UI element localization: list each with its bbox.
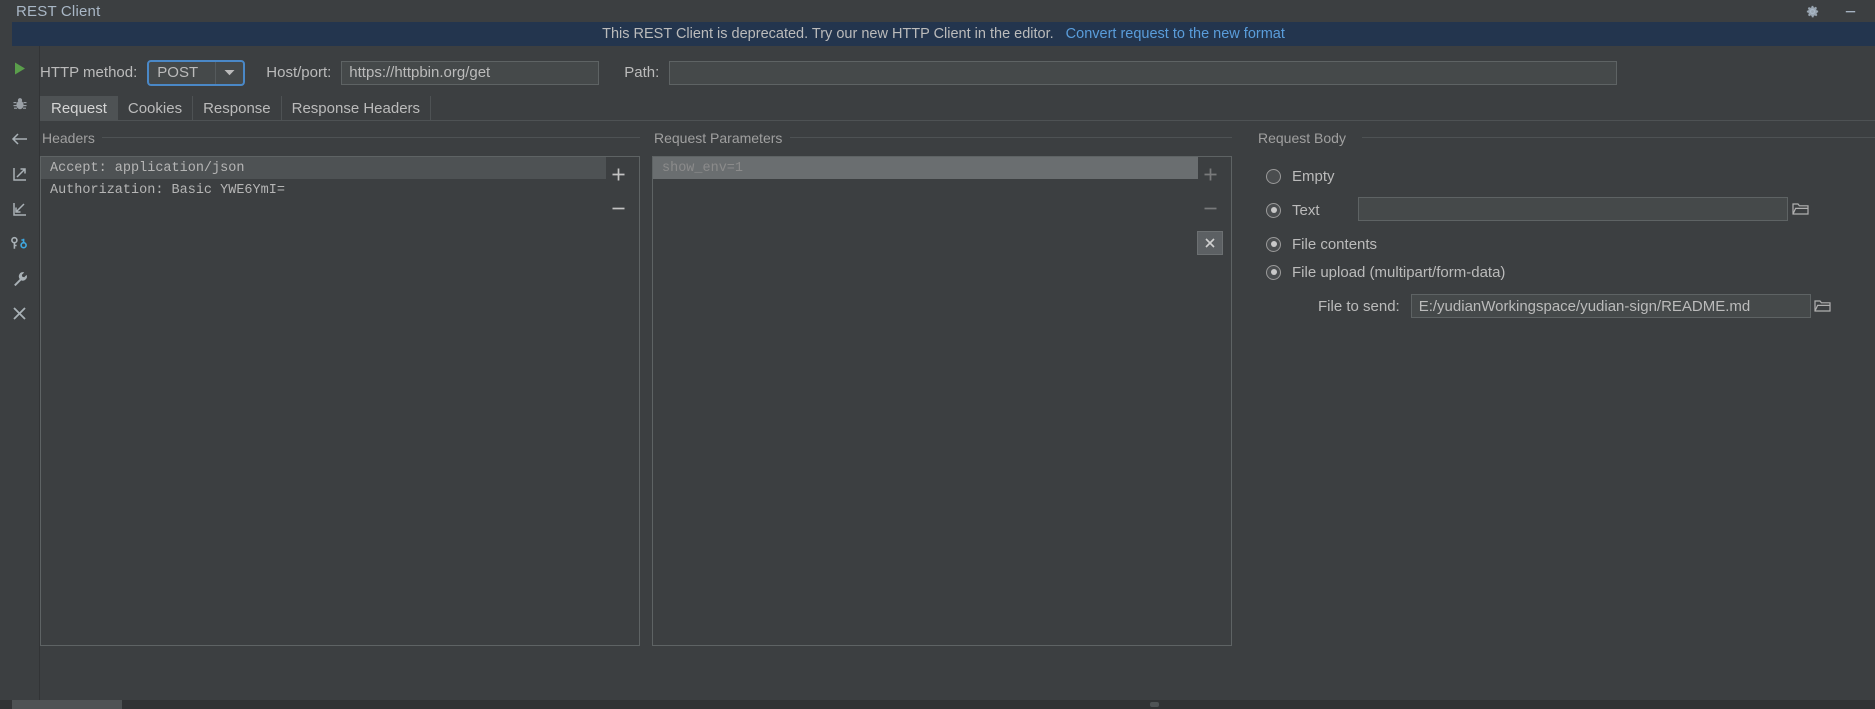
back-arrow-icon[interactable] <box>6 127 34 150</box>
radio-file-upload[interactable]: File upload (multipart/form-data) <box>1266 260 1505 284</box>
convert-request-link[interactable]: Convert request to the new format <box>1066 26 1285 42</box>
http-method-value: POST <box>157 64 199 81</box>
radio-file-contents[interactable]: File contents <box>1266 232 1377 256</box>
radio-file-contents-label: File contents <box>1292 235 1378 253</box>
run-icon[interactable] <box>6 57 34 80</box>
bottom-active-tab-indicator[interactable] <box>12 700 122 709</box>
radio-empty[interactable]: Empty <box>1266 164 1335 188</box>
radio-file-upload-indicator[interactable] <box>1266 264 1281 280</box>
headers-list-box: Accept: application/json Authorization: … <box>40 156 640 646</box>
radio-empty-indicator[interactable] <box>1266 168 1281 184</box>
remove-parameter-button[interactable] <box>1198 197 1222 219</box>
tab-response-headers-label: Response Headers <box>291 99 421 117</box>
radio-text-label: Text <box>1292 201 1320 219</box>
file-to-send-input[interactable] <box>1410 294 1811 318</box>
file-to-send-label: File to send: <box>1318 297 1400 315</box>
host-port-label: Host/port: <box>266 64 332 81</box>
http-method-dropdown[interactable]: POST <box>147 59 246 86</box>
tab-response[interactable]: Response <box>193 96 282 120</box>
gear-icon[interactable] <box>1803 2 1821 20</box>
parameter-row[interactable]: show_env=1 <box>653 157 1198 179</box>
file-to-send-row: File to send: <box>1318 294 1835 318</box>
folder-browse-icon[interactable] <box>1811 294 1835 318</box>
path-label: Path: <box>624 64 660 81</box>
parameters-list-box: show_env=1 <box>652 156 1232 646</box>
deprecation-banner: This REST Client is deprecated. Try our … <box>12 22 1875 46</box>
remove-header-button[interactable] <box>606 197 630 219</box>
tabs-divider <box>40 120 1875 121</box>
export-icon[interactable] <box>6 162 34 185</box>
params-panel-rule <box>790 137 1232 138</box>
radio-file-contents-indicator[interactable] <box>1266 236 1281 252</box>
request-tabs: Request Cookies Response Response Header… <box>40 96 432 120</box>
add-parameter-button[interactable] <box>1198 163 1222 185</box>
radio-empty-label: Empty <box>1292 167 1335 185</box>
params-panel-title: Request Parameters <box>654 130 790 146</box>
path-input[interactable] <box>669 60 1618 85</box>
headers-actions <box>603 157 633 219</box>
tab-response-headers[interactable]: Response Headers <box>281 96 432 120</box>
headers-panel-title: Headers <box>42 130 102 146</box>
folder-browse-icon[interactable] <box>1788 197 1812 221</box>
window-title-bar: REST Client <box>0 0 1875 22</box>
body-panel-title: Request Body <box>1258 130 1353 146</box>
host-port-input[interactable] <box>341 60 600 85</box>
window-actions <box>1803 2 1875 20</box>
radio-text[interactable]: Text <box>1266 198 1320 222</box>
headers-list[interactable]: Accept: application/json Authorization: … <box>41 157 606 645</box>
body-text-input[interactable] <box>1358 197 1788 221</box>
header-row[interactable]: Authorization: Basic YWE6YmI= <box>41 179 606 201</box>
radio-file-upload-label: File upload (multipart/form-data) <box>1292 263 1506 281</box>
tab-request[interactable]: Request <box>40 96 118 120</box>
parameter-row-text: show_env=1 <box>662 160 744 176</box>
parameters-list[interactable]: show_env=1 <box>653 157 1198 645</box>
debug-icon[interactable] <box>6 92 34 115</box>
minimize-icon[interactable] <box>1841 2 1859 20</box>
parameters-actions <box>1195 157 1225 255</box>
header-row-text: Accept: application/json <box>50 160 245 176</box>
tab-cookies-label: Cookies <box>127 99 183 117</box>
import-icon[interactable] <box>6 197 34 220</box>
bottom-status-strip <box>0 700 1875 709</box>
headers-panel-rule <box>102 137 640 138</box>
close-icon[interactable] <box>6 302 34 325</box>
tab-response-label: Response <box>203 99 271 117</box>
chevron-down-icon[interactable] <box>215 61 243 84</box>
header-row-text: Authorization: Basic YWE6YmI= <box>50 182 285 198</box>
bottom-center-handle[interactable] <box>1150 702 1159 707</box>
http-method-label: HTTP method: <box>40 64 138 81</box>
radio-text-indicator[interactable] <box>1266 202 1281 218</box>
keys-icon[interactable] <box>6 232 34 255</box>
body-panel-rule <box>1362 137 1875 138</box>
request-toolbar: HTTP method: POST Host/port: Path: <box>40 56 1875 89</box>
request-body-panel: Request Body Empty Text File contents Fi… <box>1258 130 1875 650</box>
tab-request-label: Request <box>51 99 107 117</box>
left-toolbar-rail <box>0 46 40 709</box>
window-title: REST Client <box>16 2 101 20</box>
tab-cookies[interactable]: Cookies <box>117 96 194 120</box>
banner-message: This REST Client is deprecated. Try our … <box>602 26 1054 42</box>
main-content: HTTP method: POST Host/port: Path: Reque… <box>40 46 1875 709</box>
clear-parameter-button[interactable] <box>1197 231 1223 255</box>
wrench-icon[interactable] <box>6 267 34 290</box>
add-header-button[interactable] <box>606 163 630 185</box>
header-row[interactable]: Accept: application/json <box>41 157 606 179</box>
